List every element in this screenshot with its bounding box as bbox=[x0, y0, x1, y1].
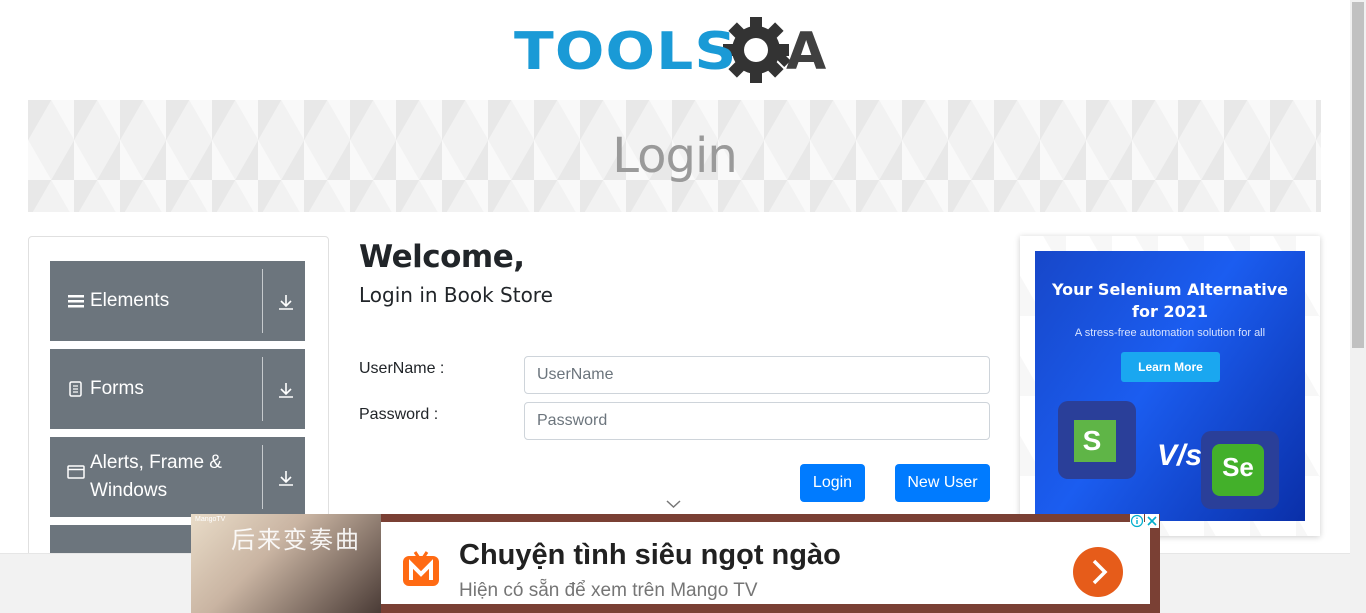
divider bbox=[262, 357, 263, 421]
vertical-scrollbar[interactable] bbox=[1350, 0, 1366, 613]
username-label: UserName : bbox=[359, 360, 445, 377]
sidebar-group-label: Alerts, Frame & Windows bbox=[90, 452, 222, 501]
bottom-ad-banner[interactable]: MangoTV 后来变奏曲 Chuyện tình siêu ngọt ngào… bbox=[191, 514, 1160, 613]
ad-title-line1: Your Selenium Alternative bbox=[1051, 280, 1289, 299]
chevron-down-icon[interactable] bbox=[666, 498, 681, 510]
username-input[interactable] bbox=[524, 356, 990, 394]
login-button[interactable]: Login bbox=[800, 464, 865, 502]
password-label: Password : bbox=[359, 406, 439, 423]
scrollbar-thumb[interactable] bbox=[1352, 2, 1364, 348]
hamburger-icon bbox=[68, 295, 84, 308]
page: TOOLS A Login Elements Forms Alerts, Fra… bbox=[0, 0, 1366, 613]
selenium-logo-icon: Se bbox=[1201, 431, 1279, 509]
katalon-logo-icon: S bbox=[1058, 401, 1136, 479]
versus-text: V/s bbox=[1157, 439, 1203, 472]
group-header: Forms bbox=[67, 349, 257, 429]
ad-info-icon[interactable] bbox=[1130, 514, 1144, 528]
group-header: Elements bbox=[67, 261, 257, 341]
toolsqa-logo[interactable]: TOOLS A bbox=[514, 14, 826, 90]
logo-text: TOOLS bbox=[514, 22, 738, 82]
welcome-heading: Welcome, bbox=[359, 239, 525, 275]
document-icon bbox=[69, 381, 82, 397]
group-header: Alerts, Frame & Windows bbox=[67, 437, 257, 517]
sidebar-group-label: Elements bbox=[90, 290, 170, 311]
new-user-button[interactable]: New User bbox=[895, 464, 990, 502]
ad-brand-label: MangoTV bbox=[195, 516, 226, 523]
mango-tv-logo-icon bbox=[403, 551, 439, 586]
ad-title-line2: for 2021 bbox=[1132, 302, 1208, 321]
ad-headline: Chuyện tình siêu ngọt ngào bbox=[459, 539, 841, 571]
chevron-right-icon bbox=[1092, 559, 1108, 585]
ad-poster-image: MangoTV 后来变奏曲 bbox=[191, 514, 381, 613]
download-arrow-icon[interactable] bbox=[278, 382, 294, 398]
page-title: Login bbox=[612, 128, 738, 184]
ad-close-icon[interactable] bbox=[1145, 514, 1159, 528]
ad-poster-title: 后来变奏曲 bbox=[231, 526, 361, 554]
window-icon bbox=[67, 465, 85, 479]
download-arrow-icon[interactable] bbox=[278, 470, 294, 486]
ad-panel: Chuyện tình siêu ngọt ngào Hiện có sẵn đ… bbox=[381, 522, 1150, 604]
logo-letter: S bbox=[1082, 425, 1102, 456]
header: TOOLS A bbox=[0, 0, 1350, 100]
learn-more-button[interactable]: Learn More bbox=[1121, 352, 1220, 382]
ad-go-button[interactable] bbox=[1073, 547, 1123, 597]
logo-a-text: A bbox=[786, 22, 827, 82]
ad-subline: Hiện có sẵn để xem trên Mango TV bbox=[459, 580, 758, 601]
ad-title: Your Selenium Alternative for 2021 bbox=[1035, 279, 1305, 323]
divider bbox=[262, 445, 263, 509]
sidebar-group-elements[interactable]: Elements bbox=[50, 261, 305, 341]
logo-letter: Se bbox=[1222, 452, 1254, 482]
sidebar-group-forms[interactable]: Forms bbox=[50, 349, 305, 429]
download-arrow-icon[interactable] bbox=[278, 294, 294, 310]
ad-subtitle: A stress-free automation solution for al… bbox=[1074, 327, 1266, 339]
divider bbox=[262, 269, 263, 333]
password-input[interactable] bbox=[524, 402, 990, 440]
sidebar-group-alerts[interactable]: Alerts, Frame & Windows bbox=[50, 437, 305, 517]
login-subtitle: Login in Book Store bbox=[359, 283, 553, 307]
page-banner: Login bbox=[28, 100, 1321, 212]
sidebar-group-label: Forms bbox=[90, 378, 144, 399]
selenium-alternative-ad[interactable]: Your Selenium Alternative for 2021 A str… bbox=[1035, 251, 1305, 521]
